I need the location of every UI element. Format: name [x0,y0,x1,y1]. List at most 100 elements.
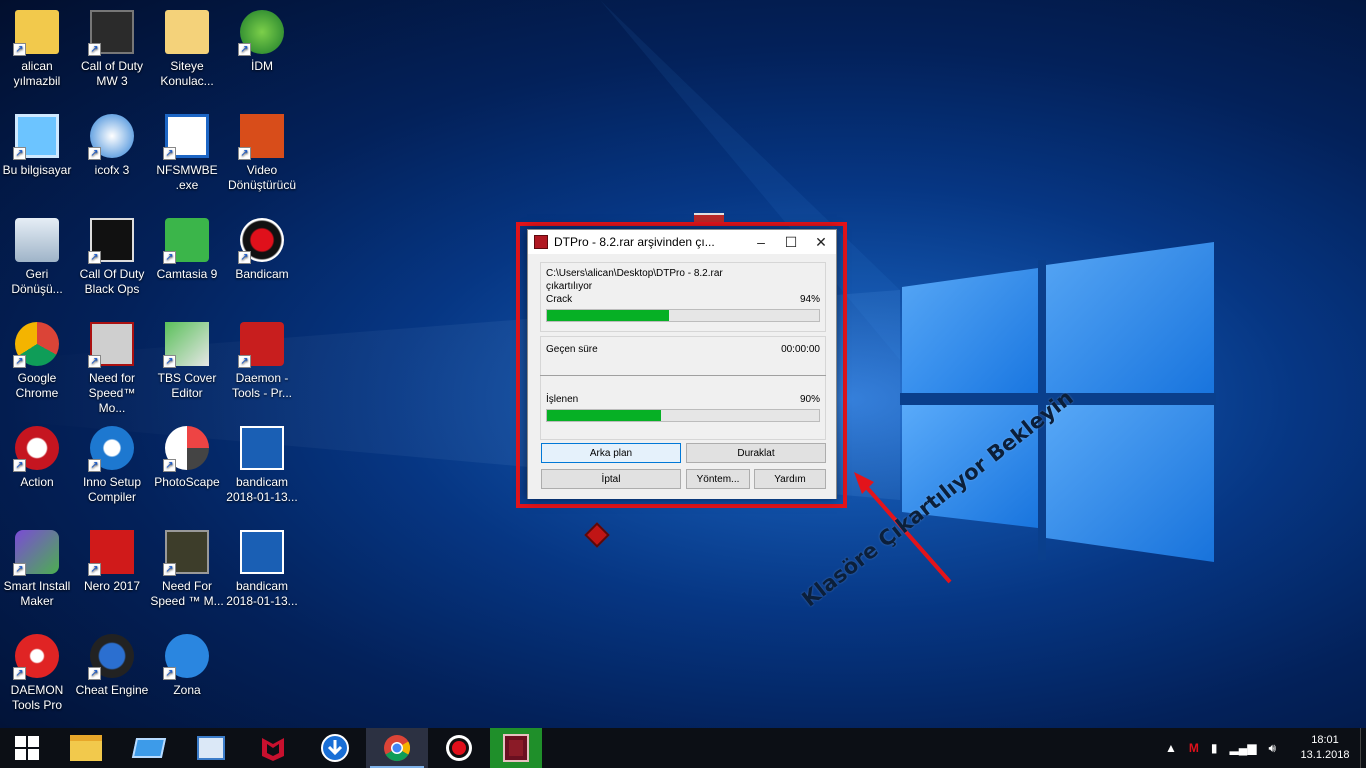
desktop-icon[interactable]: ↗ Call Of Duty Black Ops [75,216,149,297]
tbs-cover-icon: ↗ [163,320,211,368]
taskbar-winrar[interactable] [490,728,542,768]
desktop-icon-label: Geri Dönüşü... [11,267,63,296]
mode-button[interactable]: Yöntem... [686,469,750,489]
desktop-icon[interactable]: ↗ Google Chrome [0,320,74,401]
taskbar-icofx[interactable] [180,728,242,768]
desktop-icon[interactable]: bandicam 2018-01-13... [225,528,299,609]
shortcut-arrow-icon: ↗ [163,459,176,472]
minimize-icon[interactable]: – [746,234,776,250]
shortcut-arrow-icon: ↗ [88,355,101,368]
desktop-icon[interactable]: ↗ Smart Install Maker [0,528,74,609]
desktop-icon[interactable]: Siteye Konulac... [150,8,224,89]
dialog-titlebar[interactable]: DTPro - 8.2.rar arşivinden çı... – ☐ ✕ [528,230,836,254]
shortcut-arrow-icon: ↗ [88,43,101,56]
cheat-engine-icon: ↗ [88,632,136,680]
desktop-icon[interactable]: ↗ Daemon - Tools - Pr... [225,320,299,401]
desktop-icon[interactable]: bandicam 2018-01-13... [225,424,299,505]
dialog-body: C:\Users\alican\Desktop\DTPro - 8.2.rar … [528,254,836,499]
taskbar-app[interactable] [118,728,180,768]
shortcut-arrow-icon: ↗ [88,147,101,160]
desktop-icon-label: Need for Speed™ Mo... [88,371,136,415]
desktop-icon-label: Zona [173,683,201,697]
background-button[interactable]: Arka plan [541,443,681,463]
shortcut-arrow-icon: ↗ [163,563,176,576]
mcafee-icon [262,738,284,761]
desktop-icon[interactable]: ↗ PhotoScape [150,424,224,490]
desktop-icon-label: NFSMWBE .exe [156,163,218,192]
desktop-icon-label: Inno Setup Compiler [82,475,142,504]
bandicam-icon: ↗ [238,216,286,264]
desktop-icon[interactable]: ↗ Bandicam [225,216,299,282]
shortcut-arrow-icon: ↗ [163,251,176,264]
clock-time: 18:01 [1311,734,1339,746]
taskbar-bandicam[interactable] [428,728,490,768]
shortcut-arrow-icon: ↗ [238,147,251,160]
total-progress-fill [547,410,662,421]
taskbar: ▲ M ▮ ▂▄▆ 🔊︎ 18:01 13.1.2018 [0,728,1366,768]
taskbar-downloader[interactable] [304,728,366,768]
desktop-icon[interactable]: Geri Dönüşü... [0,216,74,297]
taskbar-chrome[interactable] [366,728,428,768]
nfs-mw-icon: ↗ [163,528,211,576]
clock[interactable]: 18:01 13.1.2018 [1290,733,1360,763]
desktop-icon[interactable]: ↗ Video Dönüştürücü [225,112,299,193]
shortcut-arrow-icon: ↗ [13,43,26,56]
pause-button[interactable]: Duraklat [686,443,826,463]
desktop-icon[interactable]: ↗ Bu bilgisayar [0,112,74,178]
help-button[interactable]: Yardım [754,469,826,489]
mcafee-tray-icon[interactable]: M [1189,741,1199,755]
desktop-icon[interactable]: ↗ DAEMON Tools Pro [0,632,74,713]
desktop-icon[interactable]: ↗ Zona [150,632,224,698]
action-label: çıkartılıyor [546,281,593,292]
desktop-icon[interactable]: ↗ Camtasia 9 [150,216,224,282]
app-window-icon [131,738,167,758]
smart-install-icon: ↗ [13,528,61,576]
maximize-icon[interactable]: ☐ [776,234,806,251]
taskbar-file-explorer[interactable] [54,728,118,768]
taskbar-mcafee[interactable] [242,728,304,768]
desktop-icon[interactable]: ↗ icofx 3 [75,112,149,178]
archive-path: C:\Users\alican\Desktop\DTPro - 8.2.rar [546,268,723,279]
shortcut-arrow-icon: ↗ [163,355,176,368]
desktop-icon[interactable]: ↗ Need For Speed ™ M... [150,528,224,609]
shortcut-arrow-icon: ↗ [13,355,26,368]
shortcut-arrow-icon: ↗ [238,251,251,264]
zona-icon: ↗ [163,632,211,680]
cancel-button[interactable]: İptal [541,469,681,489]
desktop-icon[interactable]: ↗ Call of Duty MW 3 [75,8,149,89]
cod-mw3-icon: ↗ [88,8,136,56]
desktop-icon[interactable]: ↗ alican yılmazbil [0,8,74,89]
desktop-icon[interactable]: ↗ Action [0,424,74,490]
processed-label: İşlenen [546,394,579,405]
desktop-icon[interactable]: ↗ Inno Setup Compiler [75,424,149,505]
computer-icon: ↗ [13,112,61,160]
network-icon[interactable]: ▂▄▆ [1229,741,1256,755]
desktop-icon[interactable]: ↗ Need for Speed™ Mo... [75,320,149,416]
chevron-up-icon[interactable]: ▲ [1165,741,1177,755]
windows-start-icon [15,736,39,760]
desktop-icon-label: icofx 3 [94,163,130,177]
winrar-app-icon [534,235,548,249]
shortcut-arrow-icon: ↗ [88,459,101,472]
shortcut-arrow-icon: ↗ [163,147,176,160]
battery-icon[interactable]: ▮ [1211,741,1218,755]
desktop-icon-label: Video Dönüştürücü [227,163,297,192]
logo-pane-tl [902,268,1038,393]
show-desktop-button[interactable] [1360,728,1366,768]
desktop-icon[interactable]: ↗ Nero 2017 [75,528,149,594]
desktop-icon-label: Nero 2017 [83,579,141,593]
processed-percent: 90% [799,394,820,405]
dtpro-icon[interactable] [584,522,610,548]
dialog-title: DTPro - 8.2.rar arşivinden çı... [554,235,715,249]
desktop-icon-label: DAEMON Tools Pro [10,683,64,712]
desktop-icon[interactable]: ↗ Cheat Engine [75,632,149,698]
desktop-icon-label: Google Chrome [15,371,59,400]
start-button[interactable] [0,728,54,768]
desktop-icon[interactable]: ↗ TBS Cover Editor [150,320,224,401]
system-tray: ▲ M ▮ ▂▄▆ 🔊︎ 18:01 13.1.2018 [1159,728,1366,768]
close-icon[interactable]: ✕ [806,234,836,251]
desktop-icon[interactable]: ↗ NFSMWBE .exe [150,112,224,193]
desktop-icon[interactable]: ↗ İDM [225,8,299,74]
nero-icon: ↗ [88,528,136,576]
volume-icon[interactable]: 🔊︎ [1268,741,1276,756]
